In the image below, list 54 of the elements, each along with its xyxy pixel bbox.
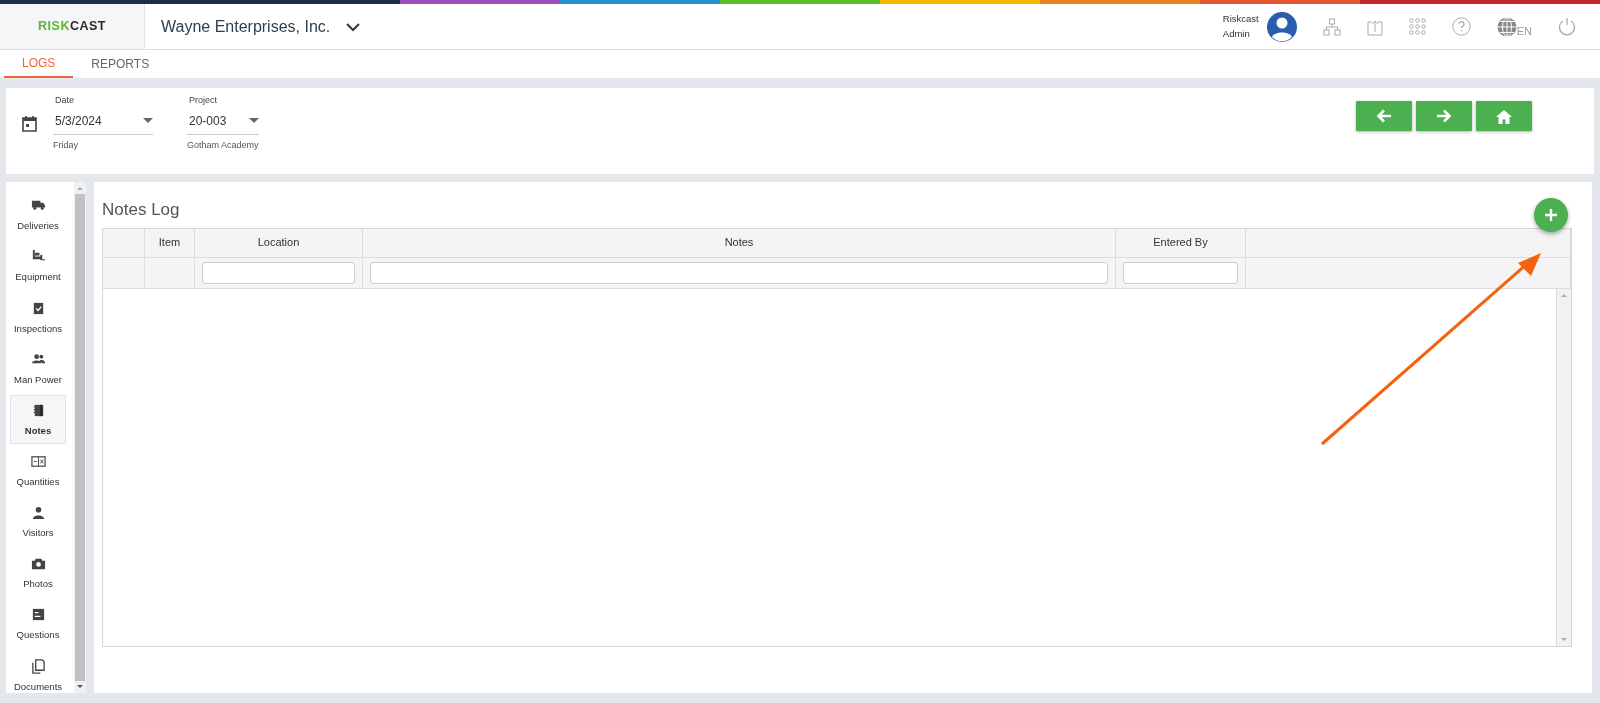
- sidebar-item[interactable]: Photos: [10, 548, 66, 598]
- column-header: Location: [257, 235, 300, 251]
- dropdown-field[interactable]: 20-003: [187, 107, 259, 135]
- add-button[interactable]: [1534, 198, 1568, 233]
- scrollbar[interactable]: [74, 182, 86, 693]
- column-header: Notes: [724, 235, 754, 251]
- arrow-left-icon: [1376, 109, 1392, 124]
- filter-field[interactable]: [370, 261, 1108, 284]
- plus-icon: [1544, 208, 1558, 223]
- user-role: Admin: [1222, 26, 1251, 41]
- power-icon[interactable]: [1558, 17, 1576, 37]
- caret-icon: [249, 118, 259, 124]
- document-icon: [30, 607, 46, 623]
- help-icon[interactable]: [1451, 17, 1471, 37]
- scrollbar[interactable]: [1556, 288, 1571, 646]
- user-name: Riskcast: [1222, 12, 1259, 27]
- apps-grid-icon[interactable]: [1408, 18, 1426, 36]
- calculator-icon: [30, 453, 46, 469]
- dropdown-field[interactable]: 5/3/2024: [53, 107, 153, 135]
- sidebar-item[interactable]: Notes: [10, 394, 66, 444]
- tab[interactable]: REPORTS: [73, 50, 168, 79]
- avatar-icon[interactable]: [1266, 11, 1297, 42]
- calendar-icon[interactable]: [22, 115, 37, 133]
- field-label: Project: [188, 94, 218, 108]
- column-header: Entered By: [1153, 235, 1208, 251]
- panel-title: Notes Log: [102, 199, 180, 222]
- home-icon: [1495, 108, 1513, 124]
- company-name: Wayne Enterprises, Inc.: [161, 16, 331, 37]
- sidebar-item[interactable]: Man Power: [10, 343, 66, 393]
- caret-icon: [143, 118, 153, 124]
- column-header: Item: [158, 235, 181, 251]
- person-icon: [30, 505, 46, 521]
- home-button[interactable]: [1476, 101, 1532, 132]
- chevron-down-icon[interactable]: [346, 21, 361, 32]
- field-note: Gotham Academy: [187, 138, 259, 152]
- field-note: Friday: [53, 138, 79, 152]
- arrow-right-icon: [1436, 109, 1452, 124]
- sidebar-item[interactable]: Equipment: [10, 241, 66, 291]
- sidebar-item[interactable]: Quantities: [10, 445, 66, 496]
- globe-icon: [1496, 16, 1517, 37]
- camera-icon: [30, 556, 46, 572]
- sidebar-item[interactable]: Deliveries: [10, 190, 66, 240]
- copy-icon: [30, 658, 46, 674]
- sidebar-item[interactable]: Documents: [10, 650, 66, 700]
- forward-button[interactable]: [1416, 101, 1472, 132]
- hierarchy-icon[interactable]: [1322, 17, 1341, 36]
- back-button[interactable]: [1356, 101, 1412, 132]
- sidebar-item[interactable]: Inspections: [10, 292, 66, 342]
- field-label: Date: [54, 94, 75, 108]
- sidebar-item[interactable]: Questions: [10, 599, 66, 649]
- filter-field[interactable]: [1123, 261, 1238, 284]
- sidebar-item[interactable]: Visitors: [10, 497, 66, 547]
- logo: RISKCAST: [0, 3, 145, 50]
- filter-field[interactable]: [202, 261, 355, 284]
